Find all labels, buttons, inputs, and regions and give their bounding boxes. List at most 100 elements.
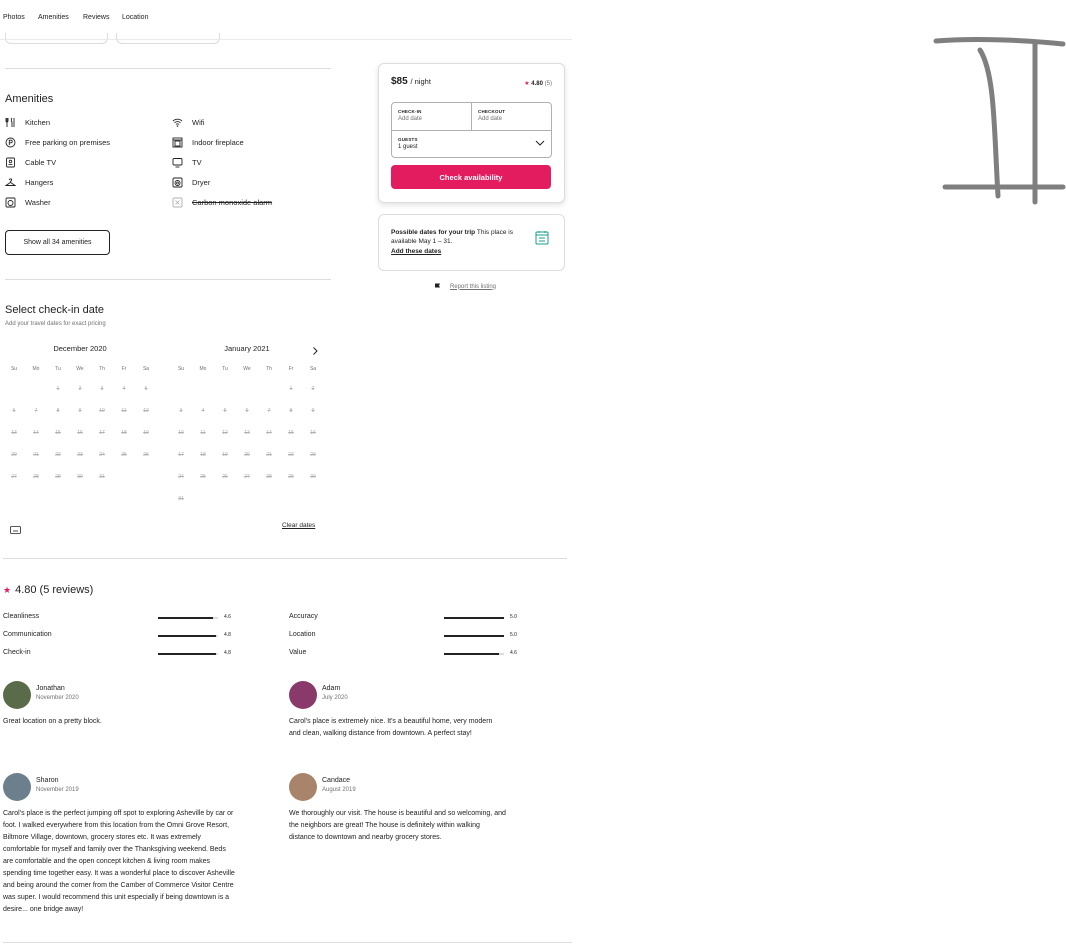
calendar-day[interactable]: 31 <box>170 496 192 502</box>
avatar[interactable] <box>289 681 317 709</box>
calendar-day[interactable]: 28 <box>258 474 280 480</box>
calendar-day[interactable]: 7 <box>258 408 280 414</box>
calendar-day[interactable]: 7 <box>25 408 47 414</box>
calendar-day[interactable]: 11 <box>192 430 214 436</box>
calendar-day[interactable]: 14 <box>258 430 280 436</box>
calendar-day[interactable]: 11 <box>113 408 135 414</box>
calendar-day[interactable]: 29 <box>47 474 69 480</box>
calendar-day[interactable]: 16 <box>302 430 324 436</box>
scrolled-button-right[interactable] <box>116 33 220 44</box>
calendar-day[interactable]: 15 <box>280 430 302 436</box>
calendar-day[interactable]: 30 <box>302 474 324 480</box>
calendar-day[interactable]: 13 <box>3 430 25 436</box>
calendar-day[interactable]: 1 <box>280 386 302 392</box>
calendar-day[interactable]: 19 <box>135 430 157 436</box>
calendar-day[interactable]: 5 <box>214 408 236 414</box>
calendar-day[interactable]: 22 <box>280 452 302 458</box>
month-title-jan: January 2021 <box>224 344 270 353</box>
check-availability-button[interactable]: Check availability <box>391 165 551 189</box>
calendar-day[interactable]: 22 <box>47 452 69 458</box>
calendar-day[interactable]: 20 <box>236 452 258 458</box>
calendar-day[interactable]: 8 <box>280 408 302 414</box>
calendar-day[interactable]: 12 <box>214 430 236 436</box>
calendar-day[interactable]: 29 <box>280 474 302 480</box>
calendar-day[interactable]: 6 <box>236 408 258 414</box>
weekday-label: Fr <box>288 366 294 372</box>
calendar-day[interactable]: 10 <box>170 430 192 436</box>
nav-location[interactable]: Location <box>122 14 148 21</box>
clear-dates-link[interactable]: Clear dates <box>282 522 315 529</box>
calendar-day[interactable]: 18 <box>113 430 135 436</box>
calendar-day[interactable]: 25 <box>192 474 214 480</box>
weekday-label: Tu <box>222 366 228 372</box>
scrolled-button-left[interactable] <box>5 33 108 44</box>
wifi-icon <box>172 117 183 128</box>
avatar[interactable] <box>3 681 31 709</box>
avatar[interactable] <box>3 773 31 801</box>
calendar-day[interactable]: 18 <box>192 452 214 458</box>
calendar-day[interactable]: 1 <box>47 386 69 392</box>
review-date: August 2019 <box>322 787 356 793</box>
calendar-day[interactable]: 24 <box>170 474 192 480</box>
report-listing[interactable]: Report this listing <box>434 283 496 290</box>
amenity-item: Washer <box>5 197 51 208</box>
calendar-day[interactable]: 21 <box>25 452 47 458</box>
calendar-day[interactable]: 27 <box>236 474 258 480</box>
weekday-label: Mo <box>32 366 40 372</box>
calendar-day[interactable]: 2 <box>69 386 91 392</box>
calendar-day[interactable]: 27 <box>3 474 25 480</box>
calendar-day[interactable]: 19 <box>214 452 236 458</box>
avatar[interactable] <box>289 773 317 801</box>
calendar-day[interactable]: 10 <box>91 408 113 414</box>
calendar-day[interactable]: 31 <box>91 474 113 480</box>
calendar-day[interactable]: 28 <box>25 474 47 480</box>
checkout-field[interactable]: CHECKOUT Add date <box>472 103 551 131</box>
calendar-day[interactable]: 16 <box>69 430 91 436</box>
checkin-field[interactable]: CHECK-IN Add date <box>392 103 472 131</box>
calendar-day[interactable]: 23 <box>69 452 91 458</box>
calendar-day[interactable]: 6 <box>3 408 25 414</box>
nightly-price: $85 <box>391 76 408 87</box>
calendar-day[interactable]: 21 <box>258 452 280 458</box>
calendar-day[interactable]: 15 <box>47 430 69 436</box>
keyboard-icon <box>10 526 21 534</box>
calendar-day[interactable]: 5 <box>135 386 157 392</box>
flag-icon <box>435 283 440 290</box>
calendar-day[interactable]: 17 <box>91 430 113 436</box>
calendar-day[interactable]: 30 <box>69 474 91 480</box>
booking-card: $85 / night ★ 4.80 (5) CHECK-IN Add date… <box>378 63 565 203</box>
calendar-day[interactable]: 26 <box>214 474 236 480</box>
calendar-day[interactable]: 4 <box>192 408 214 414</box>
divider <box>5 68 331 69</box>
calendar-day[interactable]: 3 <box>170 408 192 414</box>
nav-amenities[interactable]: Amenities <box>38 14 69 21</box>
calendar-day[interactable]: 9 <box>69 408 91 414</box>
calendar-day[interactable]: 26 <box>135 452 157 458</box>
guests-field[interactable]: GUESTS 1 guest <box>392 131 551 157</box>
nav-reviews[interactable]: Reviews <box>83 14 109 21</box>
calendar-day[interactable]: 17 <box>170 452 192 458</box>
calendar-day[interactable]: 23 <box>302 452 324 458</box>
calendar-day[interactable]: 8 <box>47 408 69 414</box>
calendar-day[interactable]: 4 <box>113 386 135 392</box>
calendar-day[interactable]: 2 <box>302 386 324 392</box>
keyboard-shortcuts-button[interactable] <box>10 521 21 534</box>
month-title-dec: December 2020 <box>53 344 107 353</box>
calendar-day[interactable]: 14 <box>25 430 47 436</box>
calendar-day[interactable]: 20 <box>3 452 25 458</box>
amenity-item: Dryer <box>172 177 210 188</box>
calendar-day[interactable]: 13 <box>236 430 258 436</box>
calendar-day[interactable]: 9 <box>302 408 324 414</box>
nav-photos[interactable]: Photos <box>3 14 25 21</box>
calendar-day[interactable]: 25 <box>113 452 135 458</box>
calendar-day[interactable]: 24 <box>91 452 113 458</box>
rating-score: 5.0 <box>510 614 517 620</box>
cable-tv-icon <box>5 157 16 168</box>
show-all-amenities-button[interactable]: Show all 34 amenities <box>5 230 110 255</box>
next-month-button[interactable] <box>309 344 321 356</box>
add-these-dates-link[interactable]: Add these dates <box>391 248 441 255</box>
rating-score: 5.0 <box>510 632 517 638</box>
calendar-day[interactable]: 12 <box>135 408 157 414</box>
calendar-day[interactable]: 3 <box>91 386 113 392</box>
review-text: Great location on a pretty block. <box>3 718 102 725</box>
